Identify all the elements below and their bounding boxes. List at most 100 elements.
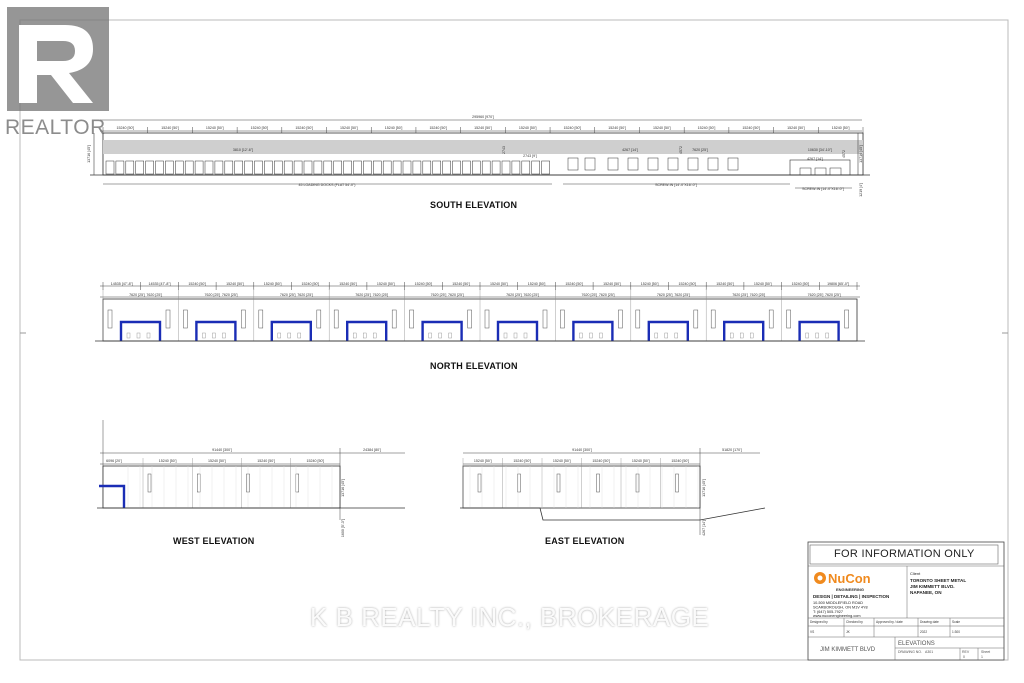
loading-dock-door — [432, 160, 441, 175]
man-door — [241, 309, 246, 329]
north-dim-sub: 7620 [25'] — [599, 293, 615, 297]
man-door — [183, 309, 188, 329]
west-dim-segment: 15240 [50'] — [159, 459, 177, 463]
loading-dock-door — [442, 160, 451, 175]
man-door — [295, 473, 299, 493]
south-dim-segment: 15240 [50'] — [608, 126, 626, 130]
east-dim-grade: 4267 [14'] — [702, 520, 706, 536]
north-dim-sub: 7620 [25'] — [674, 293, 690, 297]
north-dim-sub: 7620 [25'] — [297, 293, 313, 297]
man-door — [333, 309, 339, 329]
tb-row-label: Scale — [952, 620, 960, 624]
south-note: 10630 [34'-10"] — [808, 148, 832, 152]
south-dim-docks: 45 LOADING DOCKS (FLAT 54'-0") — [299, 183, 356, 187]
loading-dock-door — [214, 160, 224, 175]
tb-rev: 0 — [963, 655, 965, 659]
west-elevation — [97, 420, 405, 520]
loading-dock-door — [125, 160, 135, 175]
man-door — [542, 309, 548, 329]
man-door — [693, 309, 699, 329]
north-dim-segment: 15240 [50'] — [264, 282, 282, 286]
west-dim-segment: 15240 [50'] — [208, 459, 226, 463]
north-dim-sub: 7620 [25'] — [808, 293, 824, 297]
north-dim-segment: 14535 [47'-8"] — [148, 282, 170, 286]
north-dim-segment: 15240 [50'] — [188, 282, 206, 286]
east-dim-segment: 15240 [50'] — [474, 459, 492, 463]
caption-east-elevation: EAST ELEVATION — [545, 536, 625, 546]
drawing-sheet: NuCon ENGINEERING DESIGN | DETAILING | I… — [19, 19, 1009, 661]
north-dim-segment: 15240 [50'] — [302, 282, 320, 286]
loading-dock-door — [353, 160, 362, 175]
man-door — [391, 309, 397, 329]
tb-client-1: TORONTO SHEET METAL — [910, 578, 966, 583]
north-dim-sub: 7620 [25'] — [355, 293, 371, 297]
south-dim-grade: 1219 [4'] — [859, 183, 863, 197]
south-note: 3810 [12'-6"] — [233, 148, 253, 152]
west-dim-grade: 1600 [5'-3"] — [341, 519, 345, 537]
loading-dock-door — [541, 160, 550, 175]
north-dim-sub: 7620 [25'] — [657, 293, 673, 297]
west-dim-right: 24384 [80'] — [363, 448, 381, 452]
north-dim-segment: 15240 [50'] — [679, 282, 697, 286]
loading-dock-door — [293, 160, 303, 175]
tb-company-a: NuCon — [828, 571, 871, 586]
drive-in-door — [814, 167, 827, 176]
loading-dock-door — [521, 160, 531, 175]
man-door — [165, 309, 171, 329]
loading-dock-door — [184, 160, 194, 175]
loading-dock-door — [491, 160, 501, 175]
drive-in-door — [567, 157, 579, 171]
loading-dock-door — [165, 160, 174, 175]
loading-dock-door — [382, 160, 392, 175]
north-dim-segment: 15240 [50'] — [792, 282, 810, 286]
east-dim-right: 51820 [170'] — [722, 448, 742, 452]
south-dim-segment: 15240 [50'] — [742, 126, 760, 130]
drive-in-door — [647, 157, 659, 171]
west-dim-segment: 15240 [50'] — [307, 459, 325, 463]
north-dim-sub: 7620 [25'] — [506, 293, 522, 297]
loading-dock-door — [323, 160, 333, 175]
loading-dock-door — [402, 160, 412, 175]
tb-row-value: 1:300 — [952, 630, 960, 634]
south-note: 7620 [25'] — [692, 148, 708, 152]
drive-in-door — [799, 167, 812, 176]
west-dim-overall: 91440 [300'] — [212, 448, 232, 452]
loading-dock-door — [531, 160, 540, 175]
south-dim-segment: 15240 [50'] — [429, 126, 447, 130]
north-dim-segment: 15240 [50'] — [377, 282, 395, 286]
north-dim-sub: 7620 [25'] — [750, 293, 766, 297]
man-door — [107, 309, 113, 329]
tb-client-2: JIM KIMMETT BLVD. — [910, 584, 955, 589]
north-dim-segment: 15240 [50'] — [226, 282, 244, 286]
loading-dock-door — [283, 160, 293, 175]
south-note-vert: 4572 — [679, 146, 683, 154]
north-dim-segment: 15240 [50'] — [641, 282, 659, 286]
tb-title: ELEVATIONS — [898, 641, 935, 647]
man-door — [467, 309, 472, 329]
east-dim-segment: 15240 [50'] — [513, 459, 531, 463]
tb-drawing-no-label: DRAWING NO. — [898, 650, 922, 654]
east-dim-segment: 15240 [50'] — [632, 459, 650, 463]
north-dim-segment: 15240 [50'] — [716, 282, 734, 286]
caption-north-elevation: NORTH ELEVATION — [430, 361, 518, 371]
drive-in-door — [607, 157, 619, 171]
drive-in-door — [584, 157, 596, 171]
loading-dock-door — [481, 160, 491, 175]
loading-dock-door — [511, 160, 521, 175]
info-only-banner: FOR INFORMATION ONLY — [834, 548, 975, 560]
tb-services: DESIGN | DETAILING | INSPECTION — [813, 594, 889, 599]
north-dim-sub: 7620 [25'] — [373, 293, 389, 297]
man-door — [556, 473, 561, 493]
brokerage-watermark: K B REALTY INC., BROKERAGE — [310, 602, 710, 632]
north-dim-segment: 15240 [50'] — [565, 282, 583, 286]
loading-dock-door — [472, 160, 481, 175]
east-dim-segment: 15240 [50'] — [671, 459, 689, 463]
north-dim-segment: 15240 [50'] — [528, 282, 546, 286]
west-dim-height: 13716 [45'] — [341, 479, 345, 497]
drive-in-door — [687, 157, 699, 171]
north-dim-segment: 15240 [50'] — [490, 282, 508, 286]
south-note-vert: 4572 — [842, 150, 846, 158]
tb-row-label: Checked by — [846, 620, 863, 624]
south-dim-segment: 15240 [50'] — [251, 126, 269, 130]
north-dim-segment: 19806 [65'-0"] — [827, 282, 849, 286]
